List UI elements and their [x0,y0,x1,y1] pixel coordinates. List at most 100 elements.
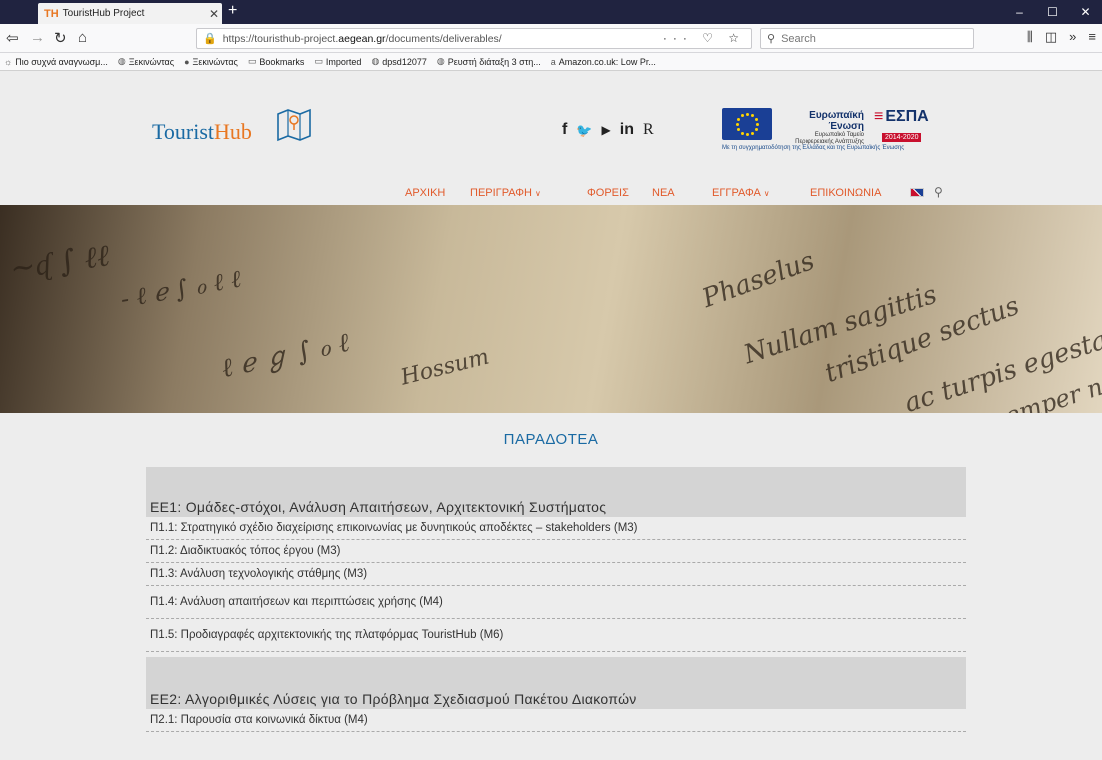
star-icon [751,114,754,118]
bookmark-item[interactable]: ◍ Ρευστή διάταξη 3 στη... [437,56,541,67]
espa-logo: ≡ ΕΣΠΑ 2014-2020 [874,108,929,142]
bookmark-label: Πιο συχνά αναγνωσμ... [15,56,108,67]
nav-item-partners[interactable]: ΦΟΡΕΙΣ [587,187,629,199]
linkedin-icon[interactable]: in [620,122,634,138]
site-logo[interactable]: TouristHub [152,119,252,145]
deliverable-link[interactable]: Π1.1: Στρατηγικό σχέδιο διαχείρισης επικ… [146,517,966,540]
reload-icon[interactable]: ↻ [54,29,67,47]
star-icon [741,131,744,135]
globe-icon: ◍ [117,56,126,66]
page-title: ΠΑΡΑΔΟΤΕΑ [503,431,599,448]
deliverable-link[interactable]: Π1.4: Ανάλυση απαιτήσεων και περιπτώσεις… [146,586,966,619]
globe-icon: ◍ [436,56,445,66]
nav-item-contact[interactable]: ΕΠΙΚΟΙΝΩΝΙΑ [810,187,881,199]
search-placeholder: Search [781,32,816,45]
bookmark-label: Ξεκινώντας [128,56,175,67]
browser-tab[interactable]: TH TouristHub Project ✕ [38,3,222,24]
researchgate-icon[interactable]: R [643,122,654,138]
toolbar-right: ⫼ ◫ » ≡ [1027,29,1102,45]
library-icon[interactable]: ⫼ [1027,29,1033,45]
main-navigation: ΑΡΧΙΚΗ ΠΕΡΙΓΡΑΦΗ ∨ ΦΟΡΕΙΣ ΝΕΑ ΕΓΓΡΑΦΑ ∨ ΕΠ… [0,184,1102,204]
bookmark-item[interactable]: a Amazon.co.uk: Low Pr... [551,57,656,67]
work-package-title: ΕΕ2: Αλγοριθμικές Λύσεις για το Πρόβλημα… [150,691,637,707]
hero-image: ~ᶑ ∫ ℓℓ - ℓ ℯ ∫ ℴ ℓ ℓ ℓ ℯ ℊ ∫ ℴ ℓ Hossum… [0,205,1102,413]
star-icon [751,131,754,135]
web-page: TouristHub f 🐦 ▶ in R Ευρωπαϊκή Ένωση Ευ… [0,72,1102,760]
bookmark-label: Ξεκινώντας [192,56,238,67]
deliverable-link[interactable]: Π2.1: Παρουσία στα κοινωνικά δίκτυα (Μ4) [146,709,966,732]
map-logo-icon [277,108,311,142]
forward-icon[interactable]: → [30,29,45,46]
bookmark-item[interactable]: ☼ Πιο συχνά αναγνωσμ... [4,57,108,67]
work-package-header: ΕΕ2: Αλγοριθμικές Λύσεις για το Πρόβλημα… [146,657,966,709]
folder-icon: ▭ [314,56,323,66]
bookmark-item[interactable]: ● Ξεκινώντας [184,57,238,67]
bookmark-label: Bookmarks [259,56,305,67]
chevron-down-icon: ∨ [535,189,541,198]
bookmarks-bar: ☼ Πιο συχνά αναγνωσμ... ◍ Ξεκινώντας ● Ξεκινώ… [0,53,1102,71]
url-bar[interactable]: 🔒 https://touristhub-project.aegean.gr/d… [196,28,752,49]
eu-flag-icon [722,108,772,140]
star-icon [736,123,739,126]
home-icon[interactable]: ⌂ [78,29,87,46]
globe-icon: ◍ [371,56,380,66]
uk-flag-icon[interactable] [910,188,924,197]
page-actions-icon[interactable]: ··· ♡ ☆ [663,31,745,45]
lock-icon: 🔒 [203,33,217,45]
cofunding-text: Με τη συγχρηματοδότηση της Ελλάδας και τ… [722,145,905,151]
star-icon [754,128,758,131]
tab-title: TouristHub Project [62,8,145,19]
work-package-title: ΕΕ1: Ομάδες-στόχοι, Ανάλυση Απαιτήσεων, … [150,499,607,515]
folder-icon: ▭ [247,56,257,66]
browser-tab-bar: TH TouristHub Project ✕ + – ☐ ✕ [0,0,1102,24]
bookmark-item[interactable]: ◍ dpsd12077 [371,56,426,67]
site-favicon-icon: TH [44,7,59,20]
star-icon [754,118,758,121]
youtube-icon[interactable]: ▶ [602,124,611,136]
deliverable-link[interactable]: Π1.3: Ανάλυση τεχνολογικής στάθμης (Μ3) [146,563,966,586]
eu-logo-text: Ευρωπαϊκή Ένωση Ευρωπαϊκό Ταμείο Περιφερ… [795,110,864,145]
bookmark-item[interactable]: ▭ Imported [314,56,361,67]
nav-item-documents[interactable]: ΕΓΓΡΑΦΑ ∨ [712,187,770,199]
sidebar-icon[interactable]: ◫ [1045,29,1057,45]
bookmark-item[interactable]: ◍ Ξεκινώντας [118,56,174,67]
search-input[interactable]: ⚲ Search [760,28,974,49]
bookmark-label: Imported [325,56,362,67]
menu-icon[interactable]: ≡ [1088,29,1096,45]
twitter-icon[interactable]: 🐦 [576,124,592,137]
bookmark-label: Ρευστή διάταξη 3 στη... [447,56,541,67]
close-tab-icon[interactable]: ✕ [206,7,222,21]
facebook-icon[interactable]: f [562,122,567,138]
amazon-icon: a [550,56,556,67]
work-package-header: ΕΕ1: Ομάδες-στόχοι, Ανάλυση Απαιτήσεων, … [146,467,966,517]
star-icon [756,123,759,126]
bookmark-item[interactable]: ▭ Bookmarks [248,56,305,67]
gear-icon: ☼ [4,56,13,67]
star-icon [737,118,741,121]
deliverable-link[interactable]: Π1.5: Προδιαγραφές αρχιτεκτονικής της πλ… [146,619,966,652]
search-icon: ⚲ [767,33,776,45]
browser-nav-bar: ⇦ → ↻ ⌂ 🔒 https://touristhub-project.aeg… [0,24,1102,53]
star-icon [741,114,744,118]
url-text: https://touristhub-project.aegean.gr/doc… [222,32,502,45]
close-window-icon[interactable]: ✕ [1069,0,1102,24]
hero-script-text: Hossum [398,344,492,391]
minimize-icon[interactable]: – [1003,0,1036,24]
chevron-down-icon: ∨ [763,189,770,198]
star-icon [737,128,741,131]
bookmark-label: dpsd12077 [382,56,427,67]
hero-script-text: Phaselus [698,245,819,315]
nav-item-home[interactable]: ΑΡΧΙΚΗ [405,187,445,199]
nav-item-description[interactable]: ΠΕΡΙΓΡΑΦΗ ∨ [470,187,541,199]
firefox-icon: ● [184,56,190,67]
bookmark-label: Amazon.co.uk: Low Pr... [558,56,656,67]
search-icon[interactable]: ⚲ [934,185,943,199]
work-package-2: ΕΕ2: Αλγοριθμικές Λύσεις για το Πρόβλημα… [146,657,966,732]
new-tab-icon[interactable]: + [228,2,237,20]
back-icon[interactable]: ⇦ [6,29,19,47]
nav-item-news[interactable]: ΝΕΑ [652,187,675,199]
overflow-icon[interactable]: » [1069,29,1076,45]
maximize-icon[interactable]: ☐ [1036,0,1069,24]
star-icon [746,133,749,136]
deliverable-link[interactable]: Π1.2: Διαδικτυακός τόπος έργου (Μ3) [146,540,966,563]
